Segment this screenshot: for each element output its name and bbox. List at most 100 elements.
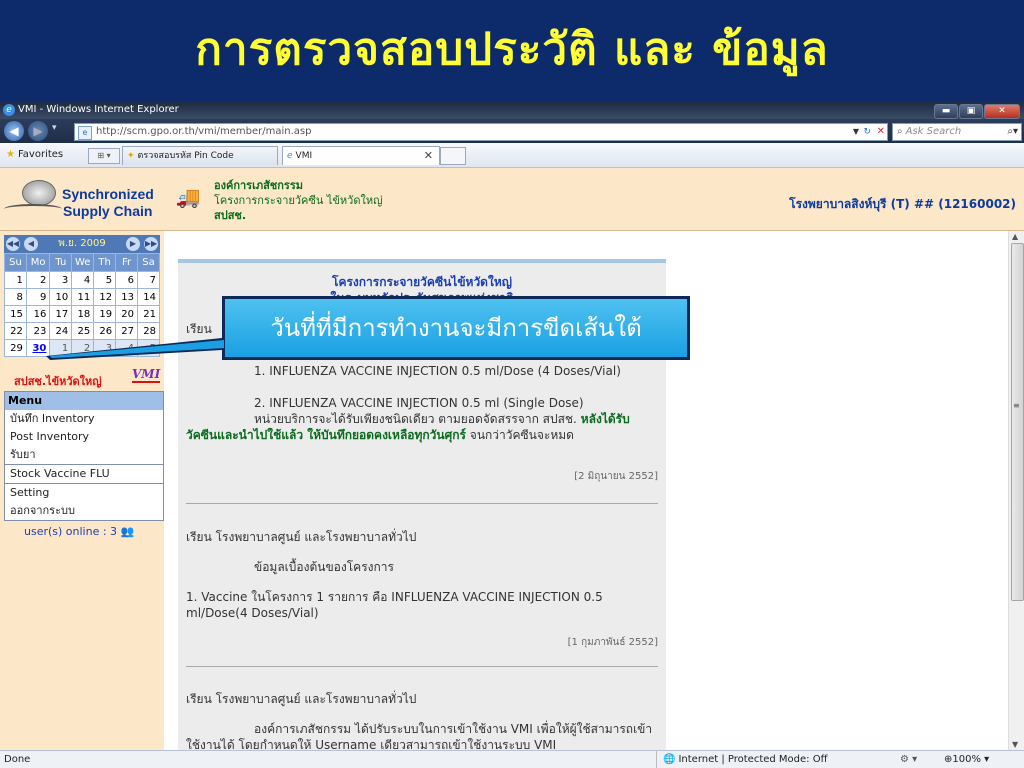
calendar-day[interactable]: 19	[93, 305, 117, 323]
menu: Menu บันทึก Inventory Post Inventory รับยา…	[4, 391, 164, 521]
calendar-week: 8 9 10 11 12 13 14	[4, 288, 160, 306]
ie-logo-icon: e	[3, 104, 15, 116]
minimize-icon[interactable]: ▬	[934, 104, 958, 119]
menu-item[interactable]: ออกจากระบบ	[5, 502, 163, 520]
calendar-month: พ.ย. 2009	[58, 238, 106, 249]
calendar-day[interactable]: 25	[71, 322, 95, 340]
calendar-day[interactable]: 18	[71, 305, 95, 323]
annotation-callout: วันที่ที่มีการทำงานจะมีการขีดเส้นใต้	[222, 296, 690, 360]
calendar-day[interactable]: 6	[115, 271, 138, 289]
calendar-day[interactable]: 4	[71, 271, 95, 289]
browser-window: e VMI - Windows Internet Explorer ▬ ▣ ✕ ◀ …	[0, 101, 1024, 768]
calendar-day[interactable]: 5	[93, 271, 117, 289]
logo-swoosh	[4, 204, 62, 214]
calendar-week: 22 23 24 25 26 27 28	[4, 322, 160, 340]
close-icon[interactable]: ✕	[984, 104, 1020, 119]
calendar-day[interactable]: 10	[49, 288, 73, 306]
calendar-day[interactable]: 8	[4, 288, 27, 306]
menu-item[interactable]: บันทึก Inventory	[5, 410, 163, 428]
search-placeholder: Ask Search	[905, 126, 962, 137]
calendar-day[interactable]: 11	[71, 288, 95, 306]
next-year-icon[interactable]: ▶▶	[144, 237, 158, 251]
calendar: ◀◀ ◀ พ.ย. 2009 ▶ ▶▶ Su Mo Tu We Th Fr Sa 12345…	[4, 235, 160, 357]
calendar-day[interactable]: 26	[93, 322, 117, 340]
zoom-level: 100%	[952, 754, 981, 765]
truck-icon: 🚚	[175, 185, 201, 209]
favorites-button[interactable]: ★ Favorites	[6, 143, 63, 167]
maximize-icon[interactable]: ▣	[959, 104, 983, 119]
calendar-day[interactable]: 29	[4, 339, 27, 357]
calendar-day[interactable]: 27	[115, 322, 138, 340]
site-label: สปสช.ไข้หวัดใหญ่	[14, 375, 102, 388]
address-dropdown-icon[interactable]: ▼	[853, 124, 859, 140]
calendar-day[interactable]: 2	[25, 271, 51, 289]
prev-month-icon[interactable]: ◀	[24, 237, 38, 251]
calendar-day[interactable]: 12	[93, 288, 117, 306]
calendar-day[interactable]: 9	[25, 288, 51, 306]
menu-item[interactable]: Setting	[5, 483, 163, 502]
news-text: หน่วยบริการจะได้รับเพียงชนิดเดียว ตามยอด…	[186, 411, 658, 443]
online-users-text: user(s) online : 3	[24, 525, 118, 538]
next-month-icon[interactable]: ▶	[126, 237, 140, 251]
news-date: [2 มิถุนายน 2552]	[574, 471, 658, 482]
calendar-day[interactable]: 28	[137, 322, 160, 340]
weekday-header: Tu	[49, 253, 73, 272]
search-input[interactable]: ⌕ Ask Search ⌕▾	[892, 123, 1022, 141]
new-tab-button[interactable]	[440, 147, 466, 165]
calendar-day[interactable]: 1	[4, 271, 27, 289]
news-subheading: ข้อมูลเบื้องต้นของโครงการ	[254, 560, 394, 574]
news-text: 2. INFLUENZA VACCINE INJECTION 0.5 ml (S…	[254, 396, 584, 410]
scroll-up-icon[interactable]: ▲	[1012, 232, 1018, 241]
quick-tabs-icon[interactable]: ⊞ ▾	[88, 148, 120, 164]
calendar-day[interactable]: 1	[49, 339, 73, 357]
tab-label: ตรวจสอบรหัส Pin Code	[137, 151, 234, 161]
scrollbar-thumb[interactable]	[1011, 243, 1024, 601]
refresh-icon[interactable]: ↻	[863, 124, 871, 140]
forward-arrow-icon[interactable]: ▶	[28, 121, 48, 141]
tab-label: VMI	[295, 151, 313, 161]
menu-item[interactable]: Stock Vaccine FLU	[5, 464, 163, 483]
address-bar[interactable]: e http://scm.gpo.or.th/vmi/member/main.as…	[74, 123, 888, 141]
menu-item[interactable]: รับยา	[5, 446, 163, 464]
calendar-day[interactable]: 23	[25, 322, 51, 340]
calendar-day[interactable]: 24	[49, 322, 73, 340]
recent-pages-dropdown-icon[interactable]: ▾	[52, 123, 57, 133]
vertical-scrollbar[interactable]: ▲ ≡ ▼	[1008, 231, 1024, 750]
news-date: [1 กุมภาพันธ์ 2552]	[567, 637, 658, 648]
menu-item[interactable]: Post Inventory	[5, 428, 163, 446]
security-zone: 🌐 Internet | Protected Mode: Off	[656, 751, 893, 768]
calendar-day[interactable]: 7	[137, 271, 160, 289]
calendar-day[interactable]: 15	[4, 305, 27, 323]
calendar-day[interactable]: 3	[93, 339, 117, 357]
prev-year-icon[interactable]: ◀◀	[6, 237, 20, 251]
calendar-day[interactable]: 20	[115, 305, 138, 323]
calendar-day[interactable]: 17	[49, 305, 73, 323]
calendar-day[interactable]: 5	[137, 339, 160, 357]
scroll-down-icon[interactable]: ▼	[1012, 740, 1018, 749]
menu-header: Menu	[5, 392, 163, 410]
zoom-control[interactable]: ⊕100% ▾	[944, 751, 989, 768]
protected-mode-icon[interactable]: ⚙ ▾	[900, 751, 917, 768]
calendar-day[interactable]: 16	[25, 305, 51, 323]
weekday-header: Th	[93, 253, 117, 272]
ie-page-icon: e	[287, 151, 293, 161]
close-tab-icon[interactable]: ✕	[424, 147, 433, 165]
calendar-day[interactable]: 22	[4, 322, 27, 340]
calendar-day[interactable]: 4	[115, 339, 138, 357]
calendar-day-worked[interactable]: 30	[25, 339, 51, 357]
weekday-header: Sa	[137, 253, 160, 272]
calendar-day[interactable]: 21	[137, 305, 160, 323]
address-url: http://scm.gpo.or.th/vmi/member/main.asp	[96, 126, 312, 137]
tab-pin-code[interactable]: ✦ ตรวจสอบรหัส Pin Code	[122, 146, 278, 165]
calendar-day[interactable]: 3	[49, 271, 73, 289]
calendar-day[interactable]: 2	[71, 339, 95, 357]
weekday-header: Mo	[25, 253, 51, 272]
search-icon[interactable]: ⌕▾	[1007, 124, 1018, 140]
calendar-day[interactable]: 13	[115, 288, 138, 306]
weekday-header: Fr	[115, 253, 138, 272]
zone-text: Internet | Protected Mode: Off	[678, 754, 828, 765]
calendar-day[interactable]: 14	[137, 288, 160, 306]
tab-vmi[interactable]: e VMI ✕	[282, 146, 440, 165]
back-arrow-icon[interactable]: ◀	[4, 121, 24, 141]
stop-icon[interactable]: ✕	[877, 124, 885, 140]
